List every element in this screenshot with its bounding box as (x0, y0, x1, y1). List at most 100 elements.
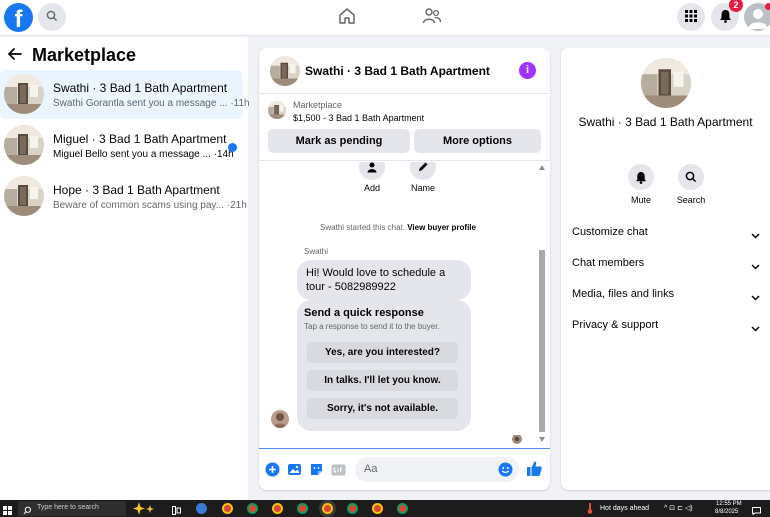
add-label: Add (363, 183, 380, 193)
section-privacy-support[interactable]: Privacy & support (561, 312, 770, 340)
conversation-title: Miguel · 3 Bad 1 Bath Apartment (53, 132, 227, 146)
chrome-icon[interactable] (272, 503, 283, 514)
friends-tab[interactable] (420, 6, 444, 28)
info-icon[interactable]: i (519, 62, 536, 79)
section-title: Chat members (572, 257, 645, 269)
listing-thumbnail[interactable] (270, 56, 300, 86)
clock-date[interactable]: 8/8/2025 (715, 509, 738, 515)
chrome-icon-active[interactable] (322, 503, 333, 514)
taskbar-app-icon[interactable] (196, 503, 207, 514)
system-tray-icons[interactable]: ^ ⊡ ⊏ ◁) (664, 504, 693, 512)
windows-taskbar: Type here to search Hot days ahead ^ ⊡ ⊏… (0, 500, 770, 517)
quick-response-subtitle: Tap a response to send it to the buyer. (304, 322, 440, 331)
listing-category: Marketplace (293, 100, 343, 110)
scroll-down-arrow-icon[interactable] (539, 437, 545, 442)
scroll-up-arrow-icon[interactable] (539, 165, 545, 170)
sender-avatar[interactable] (271, 410, 289, 428)
sidebar-header: Marketplace (8, 45, 136, 66)
menu-button[interactable] (677, 3, 705, 31)
conversation-title: Swathi · 3 Bad 1 Bath Apartment (53, 81, 228, 95)
quick-response-interested[interactable]: Yes, are you interested? (307, 342, 458, 363)
taskbar-search-box[interactable]: Type here to search (18, 501, 126, 516)
chat-title[interactable]: Swathi · 3 Bad 1 Bath Apartment (305, 64, 490, 78)
back-arrow-icon[interactable] (8, 48, 22, 63)
listing-thumbnail[interactable] (268, 101, 286, 119)
conversation-item-hope[interactable]: Hope · 3 Bad 1 Bath Apartment Beware of … (0, 172, 247, 221)
chrome-icon[interactable] (247, 503, 258, 514)
marketplace-sidebar: Marketplace Swathi · 3 Bad 1 Bath Apartm… (0, 37, 250, 500)
plus-circle-icon[interactable] (265, 462, 280, 477)
more-options-button[interactable]: More options (414, 129, 541, 153)
gif-icon[interactable] (331, 462, 346, 477)
quick-response-in-talks[interactable]: In talks. I'll let you know. (307, 370, 458, 391)
conversation-preview: Swathi Gorantla sent you a message ... ·… (53, 98, 250, 109)
thumbs-up-icon[interactable] (526, 460, 543, 477)
bell-icon (719, 9, 732, 26)
chat-start-text: Swathi started this chat. (320, 223, 405, 232)
mute-action[interactable]: Mute (616, 164, 666, 205)
conversation-item-miguel[interactable]: Miguel · 3 Bad 1 Bath Apartment Miguel B… (0, 121, 243, 170)
task-view-icon[interactable] (172, 504, 181, 517)
seen-indicator-avatar (512, 434, 522, 444)
conversation-name: Swathi · 3 Bad 1 Bath Apartment (578, 115, 753, 129)
weather-text[interactable]: Hot days ahead (600, 505, 649, 512)
conversation-preview: Miguel Bello sent you a message ... ·14h (53, 149, 234, 160)
section-title: Privacy & support (572, 319, 659, 331)
conversation-info-panel: Swathi · 3 Bad 1 Bath Apartment Mute Sea… (561, 48, 770, 490)
section-customize-chat[interactable]: Customize chat (561, 219, 770, 247)
taskbar-search-placeholder: Type here to search (37, 504, 99, 511)
view-buyer-profile-link[interactable]: View buyer profile (407, 223, 476, 232)
people-icon (422, 7, 442, 28)
quick-response-not-available[interactable]: Sorry, it's not available. (307, 398, 458, 419)
grid-menu-icon (685, 9, 697, 25)
chrome-icon[interactable] (372, 503, 383, 514)
listing-thumbnail (4, 176, 44, 216)
listing-thumbnail-large[interactable] (641, 58, 691, 108)
chrome-icon[interactable] (397, 503, 408, 514)
windows-start-icon[interactable] (3, 504, 12, 517)
conversation-item-swathi[interactable]: Swathi · 3 Bad 1 Bath Apartment Swathi G… (0, 70, 250, 119)
notification-center-icon[interactable] (752, 504, 761, 517)
quick-response-card: Send a quick response Tap a response to … (297, 300, 471, 431)
listing-price-title[interactable]: $1,500 - 3 Bad 1 Bath Apartment (293, 113, 424, 123)
add-action[interactable]: Add (347, 162, 397, 193)
message-input-placeholder: Aa (364, 463, 378, 475)
home-tab[interactable] (335, 6, 359, 28)
thermometer-icon (587, 503, 593, 517)
search-icon (23, 504, 32, 517)
conversation-title: Hope · 3 Bad 1 Bath Apartment (53, 183, 220, 197)
chrome-icon[interactable] (297, 503, 308, 514)
listing-thumbnail (4, 125, 44, 165)
photo-icon[interactable] (287, 462, 302, 477)
conversation-preview: Beware of common scams using pay... ·21h (53, 200, 247, 211)
chat-window: Swathi · 3 Bad 1 Bath Apartment i Market… (259, 48, 550, 490)
home-icon (338, 7, 356, 28)
emoji-icon[interactable] (498, 462, 513, 480)
message-input[interactable]: Aa (355, 457, 519, 482)
chevron-down-icon (751, 259, 760, 273)
search-in-conversation-action[interactable]: Search (666, 164, 716, 205)
search-button[interactable] (38, 3, 66, 31)
sticker-icon[interactable] (309, 462, 324, 477)
chrome-icon[interactable] (222, 503, 233, 514)
section-chat-members[interactable]: Chat members (561, 250, 770, 278)
bell-icon (628, 164, 654, 190)
sidebar-title: Marketplace (32, 45, 137, 65)
chrome-icon[interactable] (347, 503, 358, 514)
copilot-sparkle-icon[interactable] (131, 501, 157, 517)
chat-header: Swathi · 3 Bad 1 Bath Apartment i (259, 48, 550, 94)
unread-indicator (228, 143, 237, 152)
name-label: Name (410, 183, 435, 193)
facebook-logo[interactable]: f (4, 3, 33, 32)
scrollbar-thumb[interactable] (539, 250, 545, 432)
thread-scrollbar[interactable] (537, 162, 547, 448)
name-action[interactable]: Name (398, 162, 448, 193)
pencil-icon (410, 162, 436, 180)
section-media-files-links[interactable]: Media, files and links (561, 281, 770, 309)
mark-as-pending-button[interactable]: Mark as pending (268, 129, 410, 153)
sender-name: Swathi (304, 247, 329, 256)
clock-time[interactable]: 12:55 PM (716, 501, 742, 507)
add-person-icon (359, 162, 385, 180)
listing-thumbnail (4, 74, 44, 114)
search-icon (678, 164, 704, 190)
